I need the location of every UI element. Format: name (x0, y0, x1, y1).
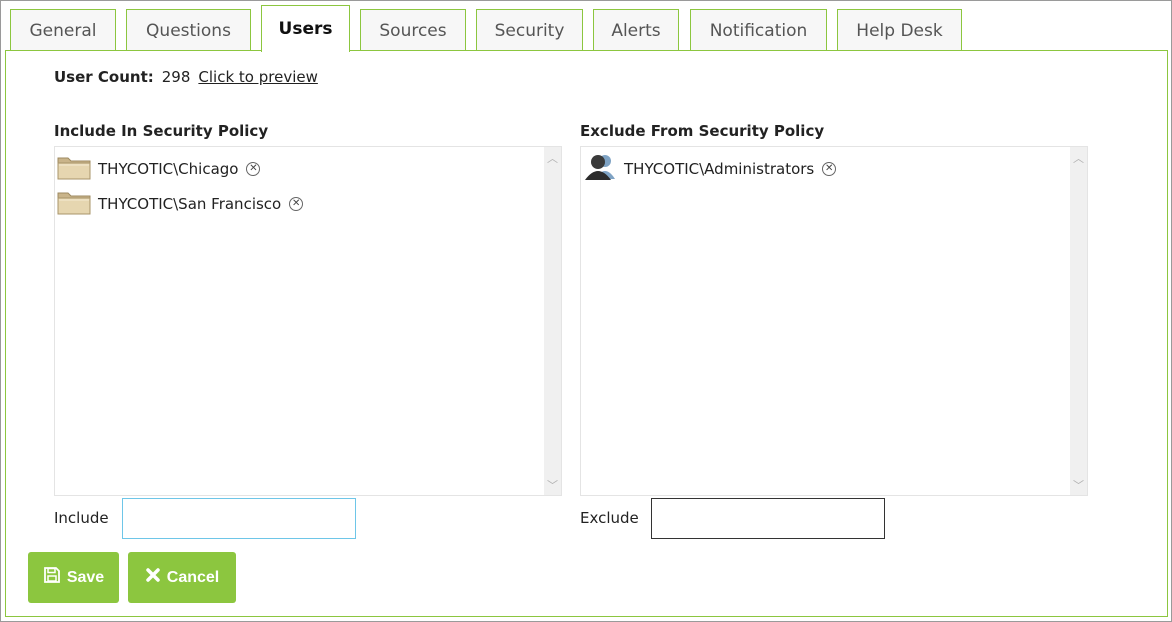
remove-icon[interactable]: ✕ (289, 197, 304, 211)
tab-security[interactable]: Security (476, 9, 583, 51)
include-item-name: THYCOTIC\Chicago (98, 160, 239, 178)
scroll-up-icon[interactable]: ︿ (544, 149, 561, 166)
tab-questions[interactable]: Questions (126, 9, 251, 51)
include-input[interactable] (122, 498, 356, 539)
exclude-input[interactable] (651, 498, 885, 539)
security-policy-window: General Questions Users Sources Security… (0, 0, 1172, 622)
user-count-value: 298 (161, 68, 191, 86)
exclude-item-name: THYCOTIC\Administrators (624, 160, 815, 178)
scroll-up-icon[interactable]: ︿ (1070, 149, 1087, 166)
scroll-down-icon[interactable]: ﹀ (1070, 476, 1087, 493)
exclude-scrollbar[interactable]: ︿ ﹀ (1070, 147, 1087, 495)
remove-icon[interactable]: ✕ (822, 162, 837, 176)
list-item: THYCOTIC\Chicago ✕ (57, 154, 261, 184)
save-button[interactable]: Save (28, 552, 119, 603)
tab-sources[interactable]: Sources (360, 9, 466, 51)
list-item: THYCOTIC\Administrators ✕ (583, 153, 837, 185)
tab-help-desk[interactable]: Help Desk (837, 9, 962, 51)
include-scrollbar[interactable]: ︿ ﹀ (544, 147, 561, 495)
exclude-field-label: Exclude (580, 509, 639, 527)
include-section-title: Include In Security Policy (54, 122, 269, 140)
folder-icon (57, 189, 92, 219)
user-count: User Count: 298 Click to preview (54, 68, 318, 86)
remove-icon[interactable]: ✕ (246, 162, 261, 176)
exclude-section-title: Exclude From Security Policy (580, 122, 825, 140)
cancel-button[interactable]: Cancel (128, 552, 236, 603)
user-group-icon (583, 153, 618, 185)
list-item: THYCOTIC\San Francisco ✕ (57, 189, 304, 219)
tab-notification[interactable]: Notification (690, 9, 827, 51)
scroll-down-icon[interactable]: ﹀ (544, 476, 561, 493)
cancel-label: Cancel (166, 568, 220, 586)
exclude-listbox[interactable]: THYCOTIC\Administrators ✕ ︿ ﹀ (580, 146, 1088, 496)
include-field-label: Include (54, 509, 109, 527)
tab-users[interactable]: Users (261, 5, 350, 52)
save-icon (43, 566, 61, 589)
close-icon (145, 567, 161, 588)
preview-users-link[interactable]: Click to preview (198, 68, 317, 86)
user-count-label: User Count: (54, 68, 154, 86)
folder-icon (57, 154, 92, 184)
include-item-name: THYCOTIC\San Francisco (98, 195, 282, 213)
tab-general[interactable]: General (10, 9, 116, 51)
save-label: Save (66, 568, 105, 586)
include-listbox[interactable]: THYCOTIC\Chicago ✕ THYCOTIC\San Francisc… (54, 146, 562, 496)
tab-alerts[interactable]: Alerts (593, 9, 679, 51)
